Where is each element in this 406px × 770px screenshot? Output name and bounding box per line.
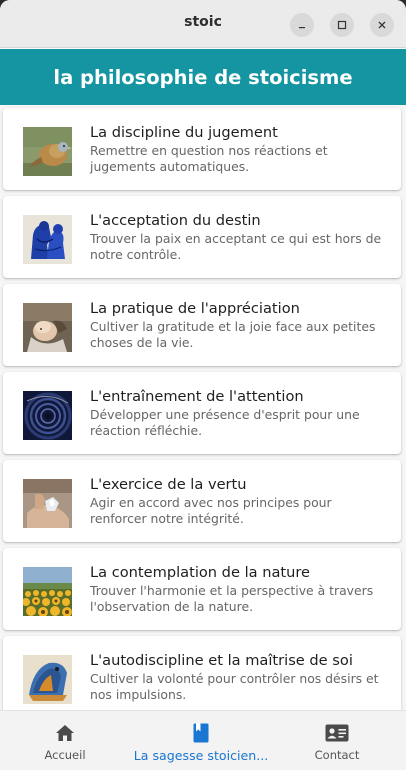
app-window: stoic la philosophie de stoicisme La dis… — [0, 0, 406, 770]
child-portrait-image — [23, 303, 72, 352]
nav-label: Contact — [314, 748, 360, 762]
maximize-icon — [337, 20, 347, 30]
page-title: la philosophie de stoicisme — [53, 65, 353, 89]
close-icon — [378, 21, 386, 29]
minimize-icon — [299, 27, 305, 29]
maximize-button[interactable] — [330, 13, 354, 37]
practice-subtitle: Remettre en question nos réactions et ju… — [90, 143, 328, 174]
practice-title: La contemplation de la nature — [90, 564, 311, 581]
bird-painting-image — [23, 127, 72, 176]
practice-title: L'autodiscipline et la maîtrise de soi — [90, 652, 353, 669]
book-icon — [193, 723, 209, 743]
practice-card[interactable]: La discipline du jugement Remettre en qu… — [3, 108, 401, 190]
minimize-button[interactable] — [290, 13, 314, 37]
nav-item-wisdom[interactable]: La sagesse stoicien... — [128, 711, 274, 770]
practice-list[interactable]: La discipline du jugement Remettre en qu… — [0, 105, 406, 710]
practice-title: L'acceptation du destin — [90, 212, 261, 229]
practice-title: L'entraînement de l'attention — [90, 388, 304, 405]
spiral-swirl-image — [23, 391, 72, 440]
window-titlebar[interactable]: stoic — [0, 0, 406, 48]
home-icon — [55, 723, 75, 743]
practice-subtitle: Trouver la paix en acceptant ce qui est … — [90, 231, 382, 262]
nav-item-contact[interactable]: Contact — [305, 711, 369, 770]
contact-card-icon — [325, 723, 349, 743]
app-bar: la philosophie de stoicisme — [0, 49, 406, 105]
practice-title: L'exercice de la vertu — [90, 476, 247, 493]
sunflower-field-image — [23, 567, 72, 616]
practice-subtitle: Trouver l'harmonie et la perspective à t… — [90, 583, 374, 614]
practice-card[interactable]: L'autodiscipline et la maîtrise de soi C… — [3, 636, 401, 710]
hands-crystal-image — [23, 479, 72, 528]
mosaic-bird-image — [23, 655, 72, 704]
close-button[interactable] — [370, 13, 394, 37]
practice-subtitle: Cultiver la gratitude et la joie face au… — [90, 319, 376, 350]
practice-title: La discipline du jugement — [90, 124, 278, 141]
bottom-navigation: Accueil La sagesse stoicien... Contact — [0, 710, 406, 770]
nav-label: La sagesse stoicien... — [133, 748, 269, 763]
practice-card[interactable]: L'exercice de la vertu Agir en accord av… — [3, 460, 401, 542]
practice-card[interactable]: L'entraînement de l'attention Développer… — [3, 372, 401, 454]
practice-card[interactable]: L'acceptation du destin Trouver la paix … — [3, 196, 401, 278]
nav-label: Accueil — [44, 748, 86, 762]
practice-title: La pratique de l'appréciation — [90, 300, 300, 317]
practice-subtitle: Développer une présence d'esprit pour un… — [90, 407, 360, 438]
practice-subtitle: Cultiver la volonté pour contrôler nos d… — [90, 671, 379, 702]
nav-item-home[interactable]: Accueil — [36, 711, 94, 770]
blue-figures-image — [23, 215, 72, 264]
practice-card[interactable]: La contemplation de la nature Trouver l'… — [3, 548, 401, 630]
practice-subtitle: Agir en accord avec nos principes pour r… — [90, 495, 332, 526]
practice-card[interactable]: La pratique de l'appréciation Cultiver l… — [3, 284, 401, 366]
